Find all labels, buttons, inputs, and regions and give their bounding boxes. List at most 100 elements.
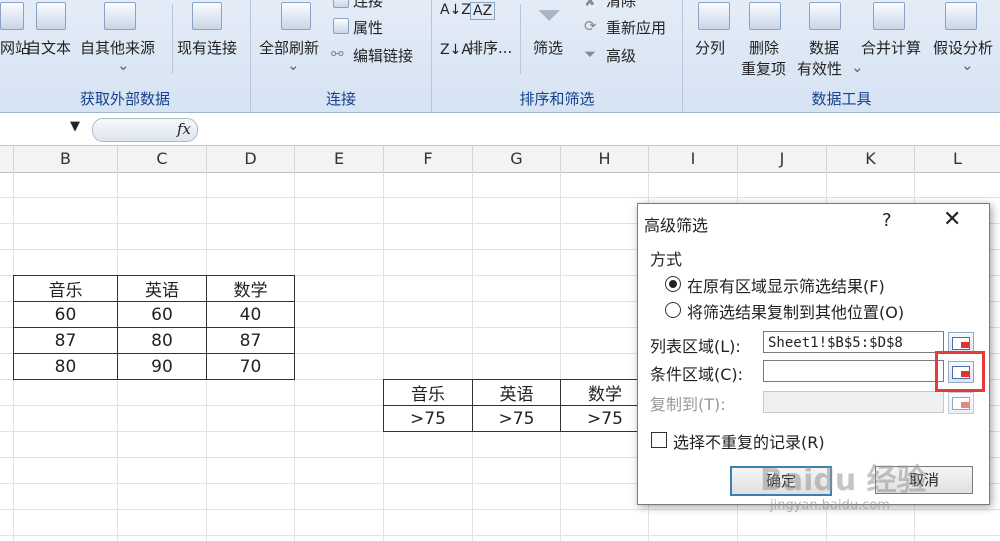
dialog-title: 高级筛选 <box>644 216 709 235</box>
column-header-i[interactable]: I <box>649 146 738 173</box>
criteria-range-label: 条件区域(C): <box>650 365 744 384</box>
unique-records-checkbox[interactable] <box>651 432 667 448</box>
advanced-filter-button[interactable]: 高级 <box>606 45 636 66</box>
baidu-watermark: Baidu 经验 <box>760 463 927 498</box>
column-header-e[interactable]: E <box>295 146 384 173</box>
criteria-header-english[interactable]: 英语 <box>472 379 561 406</box>
connections-icon <box>333 0 349 8</box>
column-header-c[interactable]: C <box>118 146 207 173</box>
link-icon: ⚯ <box>331 45 344 63</box>
unique-records-label[interactable]: 选择不重复的记录(R) <box>673 429 825 453</box>
existing-connections-icon <box>192 2 222 30</box>
gridline <box>472 172 473 541</box>
group-label-connections: 连接 <box>325 90 356 108</box>
table-cell[interactable]: 87 <box>13 327 118 354</box>
web-icon <box>0 2 24 30</box>
column-header-h[interactable]: H <box>561 146 649 173</box>
consolidate-button[interactable]: 合并计算 <box>861 37 921 58</box>
header-cell-music[interactable]: 音乐 <box>13 275 118 302</box>
column-header-d[interactable]: D <box>207 146 295 173</box>
clear-button[interactable]: 清除 <box>606 0 636 11</box>
text-to-columns-icon <box>698 2 730 30</box>
table-cell[interactable]: 87 <box>206 327 295 354</box>
what-if-analysis-button[interactable]: 假设分析 <box>933 37 993 58</box>
radio-filter-in-place[interactable] <box>665 276 681 292</box>
remove-duplicates-icon <box>749 2 781 30</box>
existing-connections-button[interactable]: 现有连接 <box>177 37 237 58</box>
criteria-range-input[interactable] <box>763 360 944 382</box>
sort-button[interactable]: 排序... <box>468 37 512 58</box>
column-header-j[interactable]: J <box>738 146 827 173</box>
column-header-l[interactable]: L <box>915 146 1000 173</box>
group-label-get-external-data: 获取外部数据 <box>79 90 170 108</box>
table-cell[interactable]: 60 <box>13 301 118 328</box>
sort-az-icon: AZ <box>470 2 496 20</box>
dropdown-arrow-icon: ⌄ <box>851 58 864 76</box>
insert-function-area[interactable]: fx <box>92 118 198 142</box>
connections-button[interactable]: 连接 <box>353 0 383 11</box>
copy-to-input <box>763 391 944 413</box>
group-get-external-data: 网站 自文本 自其他来源 ⌄ 现有连接 获取外部数据 <box>0 0 251 112</box>
consolidate-icon <box>873 2 905 30</box>
refresh-all-button[interactable]: 全部刷新 <box>259 37 319 58</box>
help-button[interactable]: ? <box>882 210 892 231</box>
column-header-b[interactable]: B <box>14 146 118 173</box>
formula-bar: ▼ fx <box>0 113 1000 146</box>
dropdown-arrow-icon: ⌄ <box>117 56 130 74</box>
table-cell[interactable]: 90 <box>117 353 207 380</box>
group-data-tools: 分列 删除 重复项 数据 有效性 ⌄ 合并计算 假设分析 ⌄ 数据工具 <box>683 0 1000 112</box>
from-text-button[interactable]: 自文本 <box>26 37 71 58</box>
criteria-header-music[interactable]: 音乐 <box>383 379 473 406</box>
gridline <box>0 197 1000 198</box>
reapply-icon: ⟳ <box>584 17 597 35</box>
properties-icon <box>333 18 349 34</box>
data-validation-label-2: 有效性 <box>797 60 843 78</box>
copy-to-label: 复制到(T): <box>650 395 726 414</box>
option-copy-to-location-label[interactable]: 将筛选结果复制到其他位置(O) <box>687 299 904 323</box>
table-cell[interactable]: 40 <box>206 301 295 328</box>
reapply-button[interactable]: 重新应用 <box>606 17 666 38</box>
group-sort-filter: A↓Z AZ Z↓A 排序... ⏷ 筛选 ✘ 清除 ⟳ 重新应用 ⏷ 高级 排… <box>432 0 683 112</box>
from-other-sources-button[interactable]: 自其他来源 <box>80 37 155 58</box>
filter-button[interactable]: 筛选 <box>533 37 563 58</box>
fx-icon[interactable]: fx <box>177 120 191 138</box>
remove-duplicates-button[interactable]: 删除 <box>749 37 779 58</box>
group-label-data-tools: 数据工具 <box>811 90 872 108</box>
text-to-columns-button[interactable]: 分列 <box>695 37 725 58</box>
column-header-f[interactable]: F <box>384 146 473 173</box>
table-cell[interactable]: 80 <box>13 353 118 380</box>
criteria-cell[interactable]: >75 <box>472 405 561 432</box>
sort-descending-icon[interactable]: Z↓A <box>440 42 471 58</box>
watermark-url: jingyan.baidu.com <box>770 498 890 513</box>
gridline <box>560 172 561 541</box>
separator <box>172 4 173 74</box>
data-validation-icon <box>809 2 841 30</box>
close-button[interactable]: ✕ <box>943 207 961 232</box>
group-label-sort-filter: 排序和筛选 <box>519 90 595 108</box>
name-box[interactable]: ▼ <box>0 117 86 141</box>
data-validation-button[interactable]: 数据 <box>809 37 839 58</box>
column-header-k[interactable]: K <box>827 146 915 173</box>
sort-ascending-icon[interactable]: A↓Z <box>440 2 471 18</box>
refresh-all-icon <box>281 2 311 30</box>
header-cell-english[interactable]: 英语 <box>117 275 207 302</box>
data-table: 音乐 英语 数学 60 60 40 87 80 87 80 90 70 <box>13 275 295 380</box>
edit-links-button[interactable]: 编辑链接 <box>353 45 413 66</box>
header-cell-math[interactable]: 数学 <box>206 275 295 302</box>
table-cell[interactable]: 60 <box>117 301 207 328</box>
criteria-cell[interactable]: >75 <box>383 405 473 432</box>
table-cell[interactable]: 80 <box>117 327 207 354</box>
name-box-dropdown-icon[interactable]: ▼ <box>70 119 80 134</box>
properties-button[interactable]: 属性 <box>353 17 383 38</box>
radio-copy-to-location[interactable] <box>665 302 681 318</box>
clear-icon: ✘ <box>584 0 597 10</box>
advanced-filter-icon: ⏷ <box>584 45 597 63</box>
separator <box>520 4 521 74</box>
remove-duplicates-label-2: 重复项 <box>741 60 787 78</box>
gridline <box>0 535 1000 536</box>
column-header-a-partial[interactable] <box>0 146 14 173</box>
column-header-g[interactable]: G <box>473 146 561 173</box>
option-filter-in-place-label[interactable]: 在原有区域显示筛选结果(F) <box>687 273 885 297</box>
list-range-input[interactable]: Sheet1!$B$5:$D$8 <box>763 331 944 353</box>
table-cell[interactable]: 70 <box>206 353 295 380</box>
